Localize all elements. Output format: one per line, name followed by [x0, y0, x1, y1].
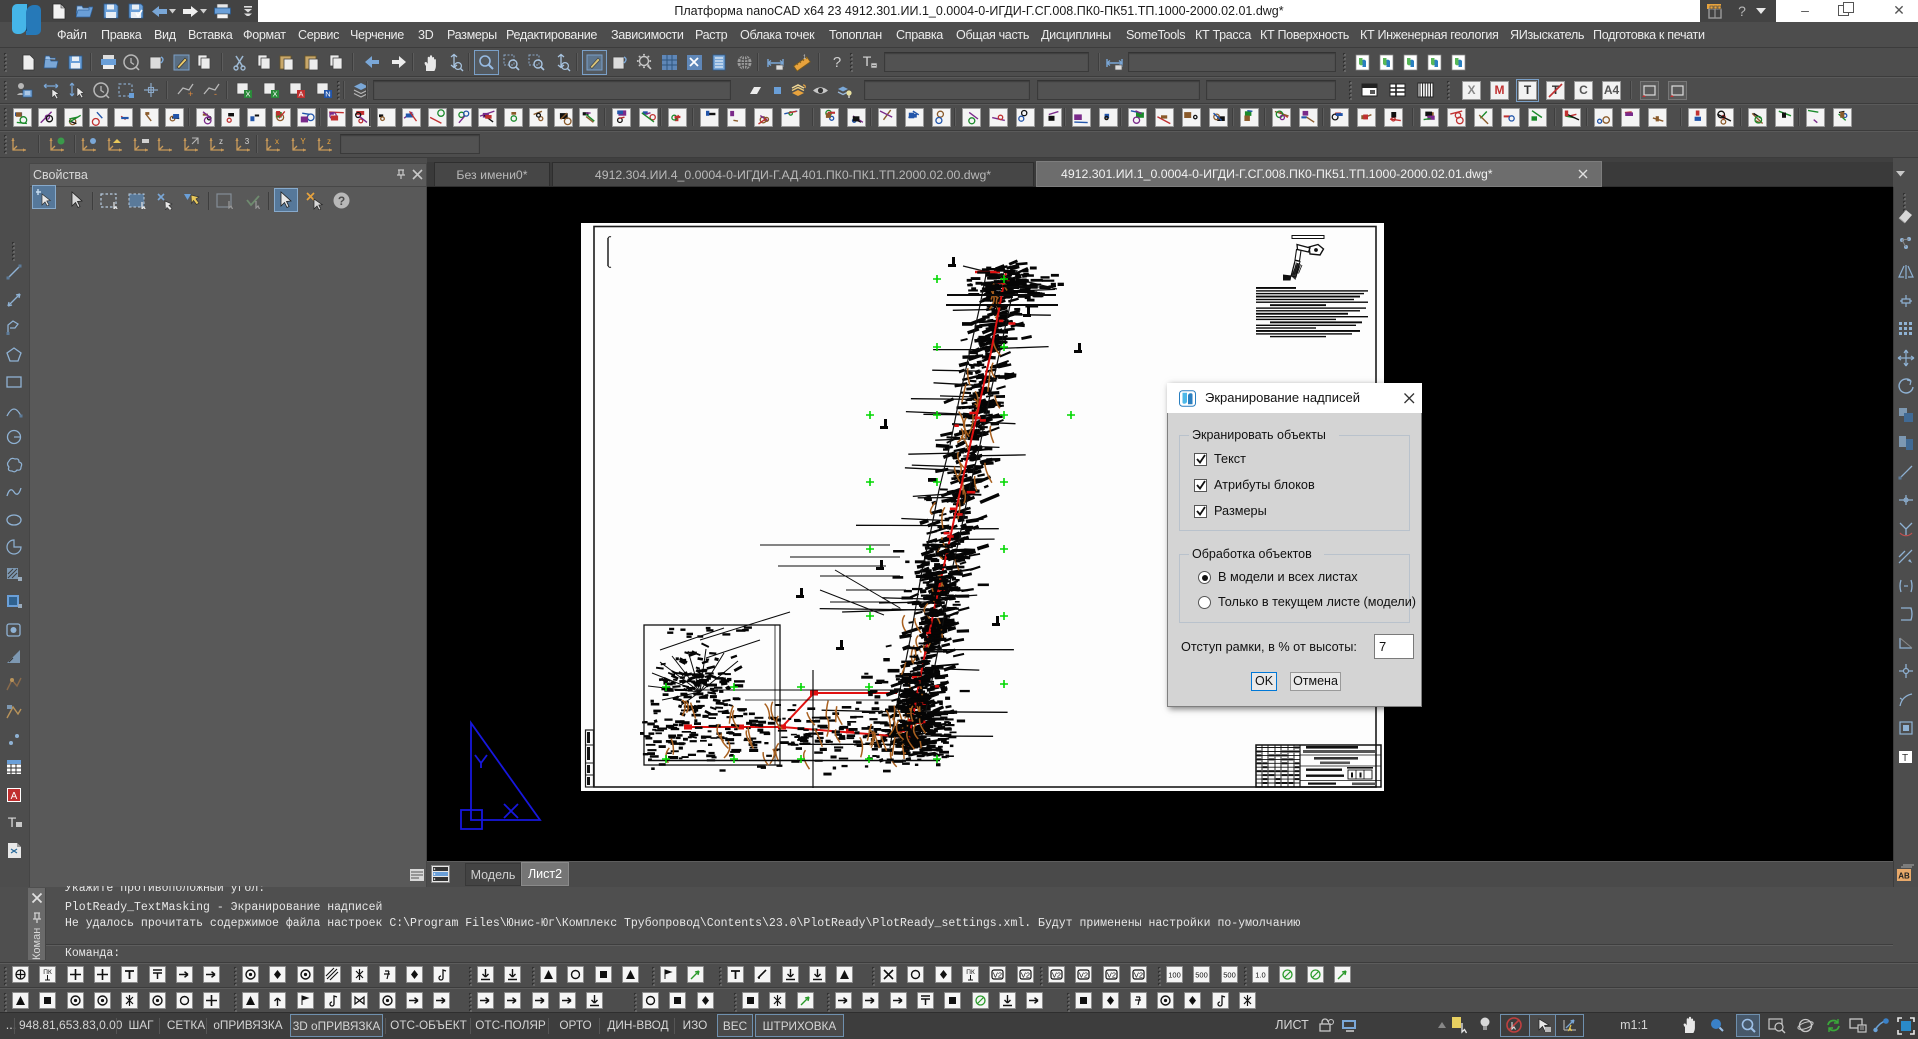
svg-text:V2: V2 [1020, 971, 1029, 980]
svg-text:z: z [327, 137, 331, 146]
svg-text:V2: V2 [1079, 971, 1088, 980]
svg-text:?: ? [833, 54, 841, 71]
svg-text:V2: V2 [1134, 971, 1143, 980]
svg-text:3: 3 [245, 137, 250, 146]
svg-text:z: z [219, 137, 223, 146]
svg-text:V2: V2 [1052, 971, 1061, 980]
svg-text:500: 500 [1223, 971, 1236, 980]
svg-text:X: X [272, 90, 277, 99]
svg-text:500: 500 [1196, 971, 1209, 980]
svg-text:?: ? [338, 194, 345, 208]
svg-text:1.0: 1.0 [1255, 971, 1265, 980]
svg-text:+: + [188, 89, 193, 99]
svg-text:T: T [8, 814, 17, 830]
svg-text:X: X [245, 90, 250, 99]
svg-text:N: N [325, 90, 330, 99]
svg-text:100: 100 [1168, 971, 1181, 980]
svg-text:ПК: ПК [44, 969, 53, 976]
svg-text:A: A [298, 90, 303, 99]
svg-text:Y: Y [300, 137, 306, 146]
svg-text:T: T [1902, 753, 1908, 764]
svg-text:-: - [214, 89, 217, 99]
svg-text:V2: V2 [993, 971, 1002, 980]
svg-text:ПК: ПК [966, 969, 975, 976]
svg-text:A: A [11, 791, 18, 802]
svg-text:V2: V2 [1107, 971, 1116, 980]
svg-text:T: T [863, 53, 872, 69]
svg-text:AB: AB [1898, 872, 1910, 881]
svg-text:x: x [275, 137, 279, 146]
